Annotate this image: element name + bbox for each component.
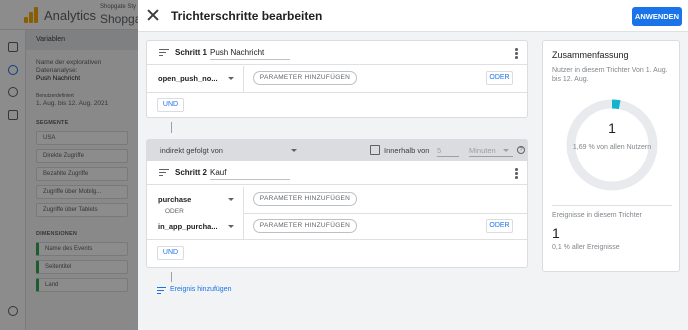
step-2-event-2-select[interactable]: in_app_purcha... (158, 222, 218, 231)
step-2-label: Schritt 2 (175, 168, 208, 177)
divider (243, 66, 244, 92)
step-2-name-input[interactable]: Kauf (210, 168, 290, 180)
chevron-down-icon[interactable] (291, 149, 297, 152)
dialog-title: Trichterschritte bearbeiten (171, 9, 323, 23)
events-percent: 0,1 % aller Ereignisse (552, 244, 620, 251)
follow-type-select[interactable]: indirekt gefolgt von (160, 146, 223, 155)
chevron-down-icon[interactable] (228, 198, 234, 201)
apply-button[interactable]: ANWENDEN (632, 7, 682, 26)
events-title: Ereignisse in diesem Trichter (552, 212, 642, 219)
or-button[interactable]: ODER (486, 71, 513, 85)
step-2-header: Schritt 2 Kauf (147, 161, 527, 185)
within-checkbox[interactable] (370, 145, 380, 155)
add-parameter-button[interactable]: PARAMETER HINZUFÜGEN (253, 219, 357, 233)
step-2-more-icon[interactable] (515, 168, 518, 179)
and-button[interactable]: UND (157, 98, 184, 112)
step-1-header: Schritt 1 Push Nachricht (147, 41, 527, 65)
dialog-header: Trichterschritte bearbeiten ANWENDEN (138, 0, 688, 32)
events-count: 1 (552, 225, 560, 241)
chevron-down-icon[interactable] (503, 149, 509, 152)
add-parameter-button[interactable]: PARAMETER HINZUFÜGEN (253, 192, 357, 206)
modal-scrim[interactable] (0, 0, 138, 330)
help-icon[interactable]: ? (517, 146, 525, 154)
add-parameter-button[interactable]: PARAMETER HINZUFÜGEN (253, 71, 357, 85)
users-percent: 1,69 % von allen Nutzern (572, 144, 652, 151)
step-1-card: Schritt 1 Push Nachricht open_push_no...… (146, 40, 528, 118)
divider (147, 92, 527, 93)
step-connector (171, 272, 172, 282)
step-1-event-select[interactable]: open_push_no... (158, 74, 218, 83)
within-label: Innerhalb von (384, 146, 430, 155)
step-2-card: Schritt 2 Kauf purchase PARAMETER HINZUF… (146, 161, 528, 268)
users-count: 1 (608, 120, 616, 136)
sort-lines-icon (159, 49, 169, 57)
step-1-name-input[interactable]: Push Nachricht (210, 48, 290, 60)
chevron-down-icon[interactable] (228, 225, 234, 228)
step-connector (171, 122, 172, 133)
summary-card: Zusammenfassung Nutzer in diesem Trichte… (542, 40, 680, 272)
divider (244, 213, 527, 214)
step-1-more-icon[interactable] (515, 48, 518, 59)
follow-condition-bar: indirekt gefolgt von Innerhalb von 5 Min… (146, 139, 528, 161)
summary-subtitle: Nutzer in diesem Trichter Von 1. Aug. bi… (552, 67, 668, 83)
divider (552, 205, 672, 206)
sort-lines-icon (159, 169, 169, 177)
close-icon[interactable] (146, 8, 160, 22)
step-1-label: Schritt 1 (175, 48, 208, 57)
add-step-icon (157, 287, 166, 295)
or-button[interactable]: ODER (486, 219, 513, 233)
step-2-event-1-select[interactable]: purchase (158, 195, 191, 204)
chevron-down-icon[interactable] (228, 77, 234, 80)
funnel-steps-dialog: Trichterschritte bearbeiten ANWENDEN Sch… (138, 0, 688, 330)
or-separator-label: ODER (165, 208, 184, 215)
add-event-label: Ereignis hinzufügen (170, 286, 232, 293)
summary-title: Zusammenfassung (552, 50, 629, 60)
within-value-input[interactable]: 5 (437, 146, 459, 157)
and-button[interactable]: UND (157, 246, 184, 260)
divider (147, 239, 527, 240)
